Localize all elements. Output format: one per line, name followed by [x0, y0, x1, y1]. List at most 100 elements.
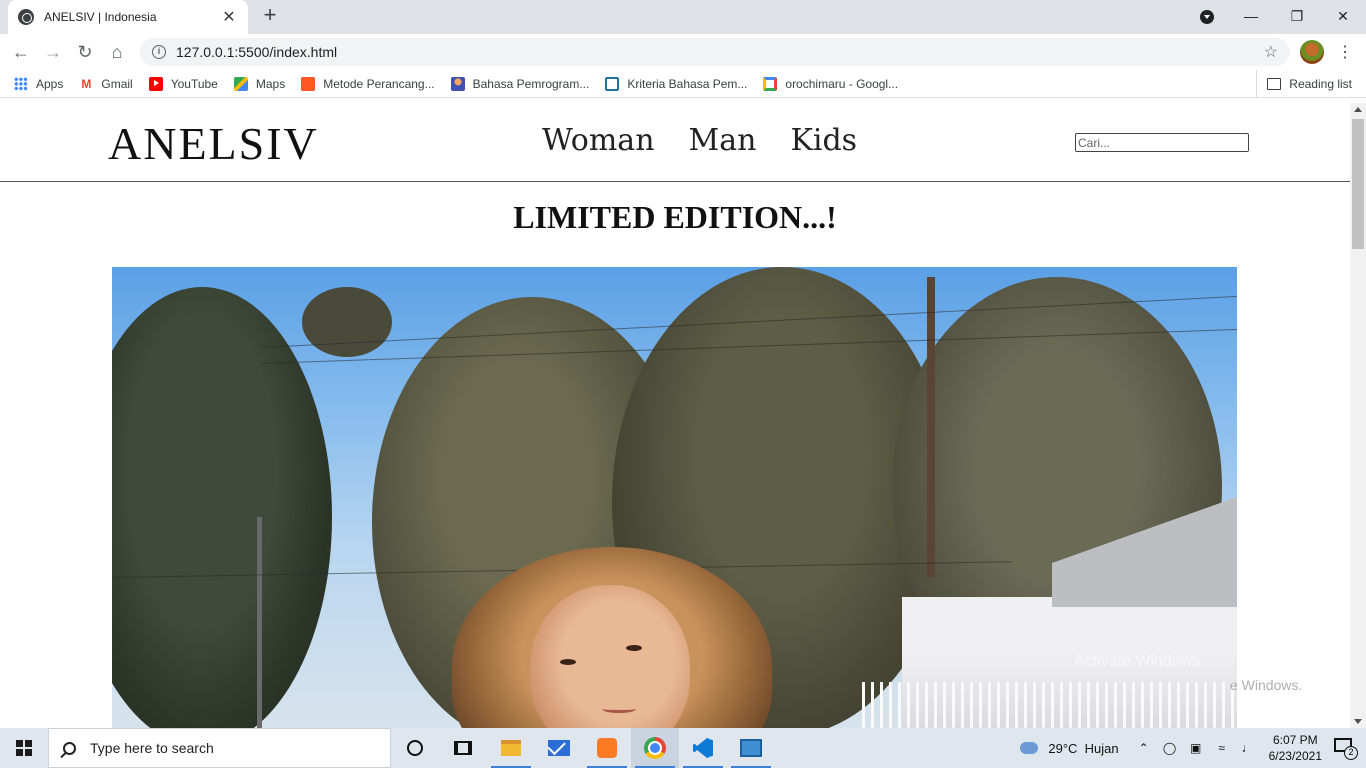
bookmark-label: YouTube [170, 76, 218, 91]
battery-icon[interactable]: ▣ [1188, 741, 1204, 755]
bookmark-metode[interactable]: Metode Perancang... [301, 76, 435, 91]
apps-grid-icon [14, 76, 28, 91]
youtube-icon [148, 76, 163, 91]
system-tray: 29°C Hujan ⌃ ◯ ▣ ≈ ♩ 6:07 PM 6/23/2021 2 [1020, 728, 1366, 768]
speaker-icon[interactable]: ♩ [1240, 741, 1256, 755]
monitor-icon [740, 739, 762, 757]
bookmarks-bar: Apps M Gmail YouTube Maps Metode Peranca… [0, 70, 1366, 98]
mail-button[interactable] [535, 728, 583, 768]
bookmark-label: Metode Perancang... [323, 76, 435, 91]
vscode-button[interactable] [679, 728, 727, 768]
new-tab-button[interactable]: + [258, 4, 282, 28]
wordpress-icon [605, 76, 620, 91]
clock-date: 6/23/2021 [1268, 749, 1322, 763]
browser-tab[interactable]: ANELSIV | Indonesia ✕ [8, 0, 248, 34]
clock-time: 6:07 PM [1272, 733, 1318, 747]
scrollbar-thumb[interactable] [1352, 119, 1364, 249]
bookmark-orochimaru[interactable]: orochimaru - Googl... [763, 76, 899, 91]
minimize-button[interactable]: — [1228, 0, 1274, 32]
bookmark-label: Maps [255, 76, 286, 91]
nav-woman-link[interactable]: Woman [542, 123, 655, 158]
close-window-button[interactable]: ✕ [1320, 0, 1366, 32]
bookmark-label: Gmail [101, 76, 133, 91]
windows-logo-icon [16, 740, 32, 756]
xampp-button[interactable] [583, 728, 631, 768]
forward-arrow-icon[interactable]: → [40, 39, 66, 65]
cortana-button[interactable] [391, 728, 439, 768]
tab-title: ANELSIV | Indonesia [44, 10, 157, 24]
rain-cloud-icon [1020, 742, 1039, 754]
browser-tab-strip: ANELSIV | Indonesia ✕ + — ❐ ✕ [0, 0, 1366, 34]
bookmark-star-icon[interactable]: ☆ [1264, 42, 1278, 62]
chevron-up-icon[interactable]: ⌃ [1136, 741, 1152, 755]
wifi-icon[interactable]: ≈ [1214, 741, 1230, 755]
reading-list-label: Reading list [1289, 77, 1352, 91]
search-input[interactable] [1075, 133, 1249, 152]
weather-widget[interactable]: 29°C Hujan [1020, 740, 1119, 756]
task-view-button[interactable] [439, 728, 487, 768]
gmail-icon: M [79, 76, 94, 91]
maps-icon [233, 76, 248, 91]
reading-list-icon [1267, 78, 1282, 90]
chrome-icon [644, 737, 666, 759]
browser-toolbar: ← → ↻ ⌂ i 127.0.0.1:5500/index.html ☆ ⋮ [0, 34, 1366, 70]
menu-kebab-icon[interactable]: ⋮ [1336, 42, 1354, 62]
white-fence [862, 682, 1237, 728]
nav-man-link[interactable]: Man [689, 123, 757, 158]
portrait-face [530, 585, 690, 728]
main-nav: Woman Man Kids [542, 123, 891, 158]
restore-button[interactable]: ❐ [1274, 0, 1320, 32]
weather-temp: 29°C [1048, 740, 1078, 756]
reload-icon[interactable]: ↻ [72, 39, 98, 65]
palm-tree [302, 287, 392, 357]
tab-close-icon[interactable]: ✕ [220, 7, 238, 27]
utility-pole [927, 277, 935, 577]
site-logo[interactable]: ANELSIV [108, 117, 319, 170]
bahasa-icon [450, 76, 465, 91]
blogger-icon [301, 76, 316, 91]
scroll-up-arrow-icon[interactable] [1354, 107, 1362, 112]
file-explorer-button[interactable] [487, 728, 535, 768]
back-arrow-icon[interactable]: ← [8, 39, 34, 65]
scroll-down-arrow-icon[interactable] [1354, 719, 1362, 724]
bookmark-label: Kriteria Bahasa Pem... [627, 76, 748, 91]
reading-list-button[interactable]: Reading list [1256, 70, 1352, 98]
network-error-icon[interactable]: ◯ [1162, 741, 1178, 755]
nav-kids-link[interactable]: Kids [790, 123, 857, 158]
bookmark-apps[interactable]: Apps [14, 76, 64, 91]
vscode-icon [693, 738, 713, 758]
page-viewport: ANELSIV Woman Man Kids LIMITED EDITION..… [0, 103, 1350, 728]
bookmark-bahasa[interactable]: Bahasa Pemrogram... [450, 76, 589, 91]
bookmark-youtube[interactable]: YouTube [148, 76, 218, 91]
activate-windows-watermark-2: e Windows. [1230, 677, 1303, 693]
bookmark-label: orochimaru - Googl... [785, 76, 899, 91]
xampp-icon [597, 738, 617, 758]
mail-icon [548, 740, 570, 756]
site-header: ANELSIV Woman Man Kids [0, 103, 1350, 182]
remote-desktop-button[interactable] [727, 728, 775, 768]
site-info-icon[interactable]: i [152, 45, 166, 59]
street-pole [257, 517, 262, 728]
tree-left [112, 287, 332, 728]
taskbar-clock[interactable]: 6:07 PM 6/23/2021 [1269, 732, 1322, 764]
profile-avatar[interactable] [1300, 40, 1324, 64]
bookmark-kriteria[interactable]: Kriteria Bahasa Pem... [605, 76, 748, 91]
address-bar[interactable]: i 127.0.0.1:5500/index.html ☆ [140, 38, 1290, 66]
start-button[interactable] [0, 728, 48, 768]
cortana-circle-icon [407, 740, 423, 756]
home-icon[interactable]: ⌂ [104, 39, 130, 65]
tab-search-icon[interactable] [1200, 10, 1214, 24]
bookmark-gmail[interactable]: M Gmail [79, 76, 133, 91]
page-scrollbar[interactable] [1350, 103, 1366, 728]
portrait-eye [626, 645, 642, 651]
windows-taskbar: Type here to search 29°C Hujan ⌃ ◯ ▣ ≈ ♩… [0, 728, 1366, 768]
url-text[interactable]: 127.0.0.1:5500/index.html [176, 44, 1264, 60]
notification-center-button[interactable]: 2 [1334, 738, 1358, 760]
bookmark-label: Apps [36, 76, 64, 91]
google-icon [763, 76, 778, 91]
taskbar-search-box[interactable]: Type here to search [48, 728, 391, 768]
task-view-icon [454, 741, 472, 755]
chrome-button[interactable] [631, 728, 679, 768]
bookmark-maps[interactable]: Maps [233, 76, 286, 91]
weather-condition: Hujan [1084, 740, 1119, 756]
